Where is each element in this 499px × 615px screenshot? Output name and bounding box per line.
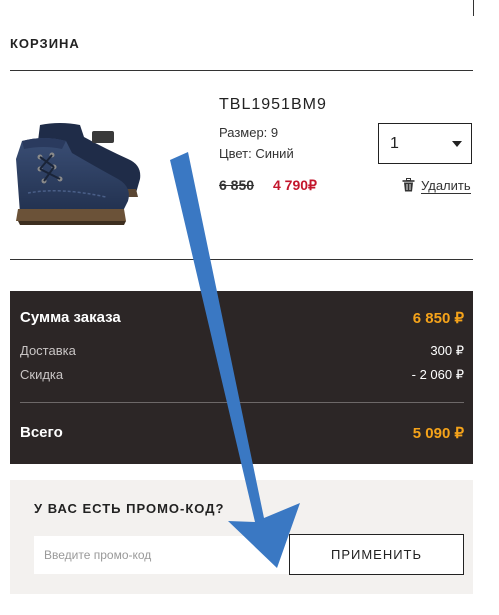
delivery-label: Доставка [20,343,76,358]
promo-title: У ВАС ЕСТЬ ПРОМО-КОД? [34,501,225,516]
sale-price: 4 790₽ [273,177,317,193]
delete-label: Удалить [421,178,471,194]
header-divider [10,70,473,71]
discount-label: Скидка [20,367,64,382]
product-image[interactable] [10,97,150,234]
delivery-value: 300 ₽ [430,343,464,358]
product-color: Цвет: Синий [219,146,294,161]
ankle-boot-image [16,123,141,225]
quantity-select[interactable]: 1 [378,123,472,164]
quantity-value: 1 [390,135,399,152]
product-sku: TBL1951BM9 [219,96,327,113]
product-size: Размер: 9 [219,125,279,140]
promo-section: У ВАС ЕСТЬ ПРОМО-КОД? ПРИМЕНИТЬ [10,480,473,594]
total-label: Всего [20,424,63,441]
promo-code-input[interactable] [34,536,289,574]
order-sum-label: Сумма заказа [20,309,121,326]
order-summary: Сумма заказа 6 850 ₽ Доставка 300 ₽ Скид… [10,291,473,464]
apply-promo-button[interactable]: ПРИМЕНИТЬ [289,534,464,575]
total-value: 5 090 ₽ [412,425,464,442]
discount-value: - 2 060 ₽ [411,367,464,382]
trash-icon [402,178,415,192]
order-sum-value: 6 850 ₽ [412,310,464,327]
old-price: 6 850 [219,177,255,193]
chevron-down-icon [452,141,462,147]
product-divider [10,259,473,260]
top-divider [473,0,474,16]
cart-title: КОРЗИНА [10,36,80,51]
summary-divider [20,402,464,403]
